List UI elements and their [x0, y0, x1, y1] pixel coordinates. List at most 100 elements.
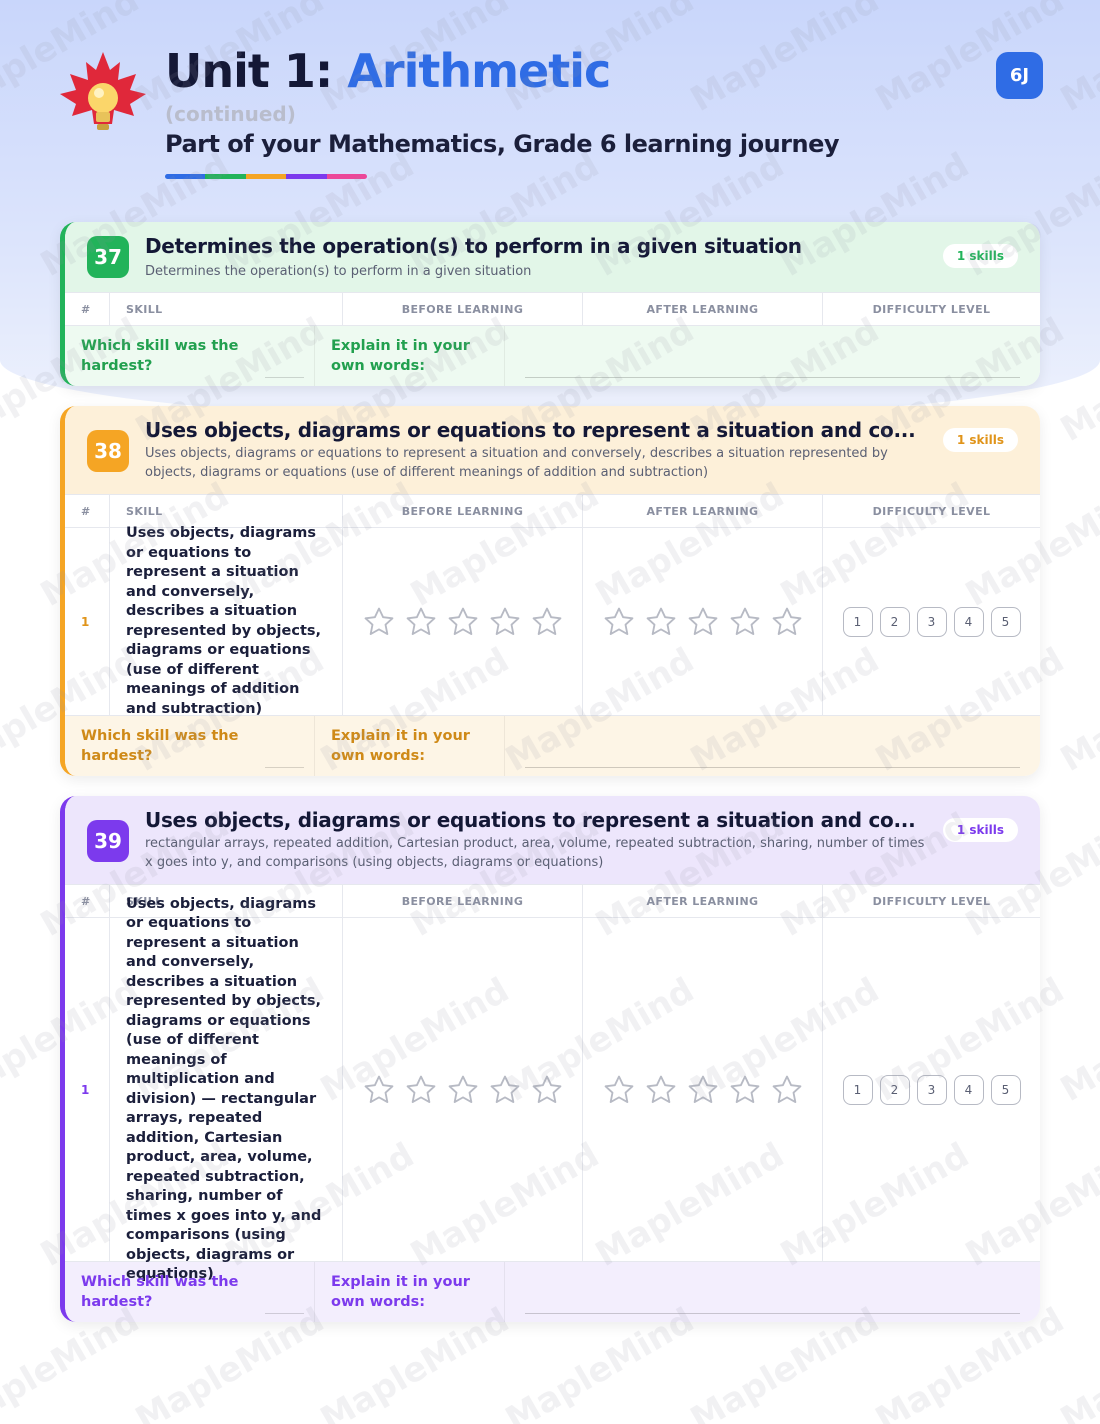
column-header-number: # [65, 495, 110, 527]
star-icon[interactable] [445, 605, 481, 639]
before-rating [343, 918, 583, 1261]
difficulty-option[interactable]: 3 [916, 606, 947, 637]
difficulty-option[interactable]: 4 [953, 606, 984, 637]
rainbow-segment [326, 174, 367, 179]
star-icon[interactable] [361, 1073, 397, 1107]
column-header-before: BEFORE LEARNING [343, 495, 583, 527]
star-icon[interactable] [769, 605, 805, 639]
column-header-before: BEFORE LEARNING [343, 885, 583, 917]
grade-badge: 6J [996, 52, 1043, 99]
star-icon[interactable] [403, 605, 439, 639]
card-title: Uses objects, diagrams or equations to r… [145, 418, 916, 442]
learning-card-37: 37 Determines the operation(s) to perfor… [60, 222, 1040, 386]
card-description: Determines the operation(s) to perform i… [145, 264, 532, 279]
star-icon[interactable] [727, 1073, 763, 1107]
star-icon[interactable] [529, 1073, 565, 1107]
page-header: Unit 1: Arithmetic (continued) Part of y… [0, 0, 1100, 200]
column-header-difficulty: DIFFICULTY LEVEL [872, 504, 991, 518]
reflection-row: Which skill was the hardest? Explain it … [65, 326, 1040, 386]
column-header-after: AFTER LEARNING [583, 495, 823, 527]
rainbow-segment [205, 174, 246, 179]
title-prefix: Unit 1: [165, 44, 348, 98]
explain-prompt: Explain it in your own words: [315, 1262, 505, 1322]
after-rating [583, 918, 823, 1261]
card-description: Uses objects, diagrams or equations to r… [145, 446, 888, 480]
star-icon[interactable] [403, 1073, 439, 1107]
difficulty-scale: 1 2 3 4 5 [823, 528, 1040, 715]
difficulty-option[interactable]: 1 [842, 1074, 873, 1105]
card-number-badge: 37 [87, 236, 129, 278]
rainbow-segment [165, 174, 206, 179]
difficulty-option[interactable]: 4 [953, 1074, 984, 1105]
after-rating [583, 528, 823, 715]
star-icon[interactable] [361, 605, 397, 639]
skill-text: Uses objects, diagrams or equations to r… [110, 896, 343, 1282]
page-subtitle: Part of your Mathematics, Grade 6 learni… [165, 130, 840, 158]
difficulty-option[interactable]: 2 [879, 1074, 910, 1105]
difficulty-option[interactable]: 3 [916, 1074, 947, 1105]
reflection-row: Which skill was the hardest? Explain it … [65, 716, 1040, 776]
difficulty-option[interactable]: 1 [842, 606, 873, 637]
explain-answer-field[interactable] [505, 1262, 1040, 1322]
card-header: 39 Uses objects, diagrams or equations t… [65, 796, 1040, 884]
difficulty-option[interactable]: 5 [990, 1074, 1021, 1105]
star-icon[interactable] [769, 1073, 805, 1107]
column-header-number: # [65, 293, 110, 325]
title-accent: Arithmetic [347, 44, 611, 98]
learning-card-39: 39 Uses objects, diagrams or equations t… [60, 796, 1040, 1322]
column-header-skill: SKILL [110, 495, 343, 527]
star-icon[interactable] [685, 605, 721, 639]
hardest-skill-answer-field[interactable] [255, 716, 315, 776]
difficulty-scale: 1 2 3 4 5 [823, 918, 1040, 1261]
difficulty-option[interactable]: 5 [990, 606, 1021, 637]
rainbow-segment [286, 174, 327, 179]
hardest-skill-prompt: Which skill was the hardest? [81, 338, 239, 374]
skills-count-badge: 1 skills [942, 244, 1018, 268]
hardest-skill-prompt: Which skill was the hardest? [81, 728, 239, 764]
column-header-before: BEFORE LEARNING [343, 293, 583, 325]
table-row: 1 Uses objects, diagrams or equations to… [65, 525, 1040, 717]
star-icon[interactable] [529, 605, 565, 639]
skills-count-badge: 1 skills [942, 428, 1018, 452]
star-icon[interactable] [601, 605, 637, 639]
watermark-text: MapleMind [1054, 640, 1100, 780]
star-icon[interactable] [643, 605, 679, 639]
star-icon[interactable] [601, 1073, 637, 1107]
skill-text: Uses objects, diagrams or equations to r… [110, 525, 343, 717]
hardest-skill-answer-field[interactable] [255, 326, 315, 386]
page-title: Unit 1: Arithmetic [165, 44, 611, 98]
column-header-number: # [65, 885, 110, 917]
explain-prompt: Explain it in your own words: [315, 326, 505, 386]
watermark-text: MapleMind [1054, 1300, 1100, 1424]
continued-label: (continued) [165, 102, 296, 126]
star-icon[interactable] [487, 1073, 523, 1107]
star-icon[interactable] [685, 1073, 721, 1107]
table-row: 1 Uses objects, diagrams or equations to… [65, 896, 1040, 1282]
table-header: # SKILL BEFORE LEARNING AFTER LEARNING D… [65, 494, 1040, 528]
hardest-skill-answer-field[interactable] [255, 1262, 315, 1322]
star-icon[interactable] [727, 605, 763, 639]
maple-leaf-lightbulb-icon [60, 52, 146, 130]
difficulty-option[interactable]: 2 [879, 606, 910, 637]
table-header: # SKILL BEFORE LEARNING AFTER LEARNING D… [65, 292, 1040, 326]
card-header: 37 Determines the operation(s) to perfor… [65, 222, 1040, 292]
star-icon[interactable] [643, 1073, 679, 1107]
column-header-skill: SKILL [110, 293, 343, 325]
learning-card-38: 38 Uses objects, diagrams or equations t… [60, 406, 1040, 776]
before-rating [343, 528, 583, 715]
row-number: 1 [65, 918, 110, 1261]
column-header-difficulty: DIFFICULTY LEVEL [872, 302, 991, 316]
rainbow-divider [165, 174, 367, 179]
card-number-badge: 38 [87, 430, 129, 472]
card-title: Uses objects, diagrams or equations to r… [145, 808, 916, 832]
star-icon[interactable] [445, 1073, 481, 1107]
card-title: Determines the operation(s) to perform i… [145, 234, 802, 258]
hardest-skill-prompt: Which skill was the hardest? [81, 1274, 239, 1310]
star-icon[interactable] [487, 605, 523, 639]
card-description: rectangular arrays, repeated addition, C… [145, 836, 925, 870]
column-header-difficulty: DIFFICULTY LEVEL [872, 894, 991, 908]
explain-answer-field[interactable] [505, 326, 1040, 386]
explain-answer-field[interactable] [505, 716, 1040, 776]
rainbow-segment [245, 174, 287, 179]
column-header-after: AFTER LEARNING [583, 885, 823, 917]
